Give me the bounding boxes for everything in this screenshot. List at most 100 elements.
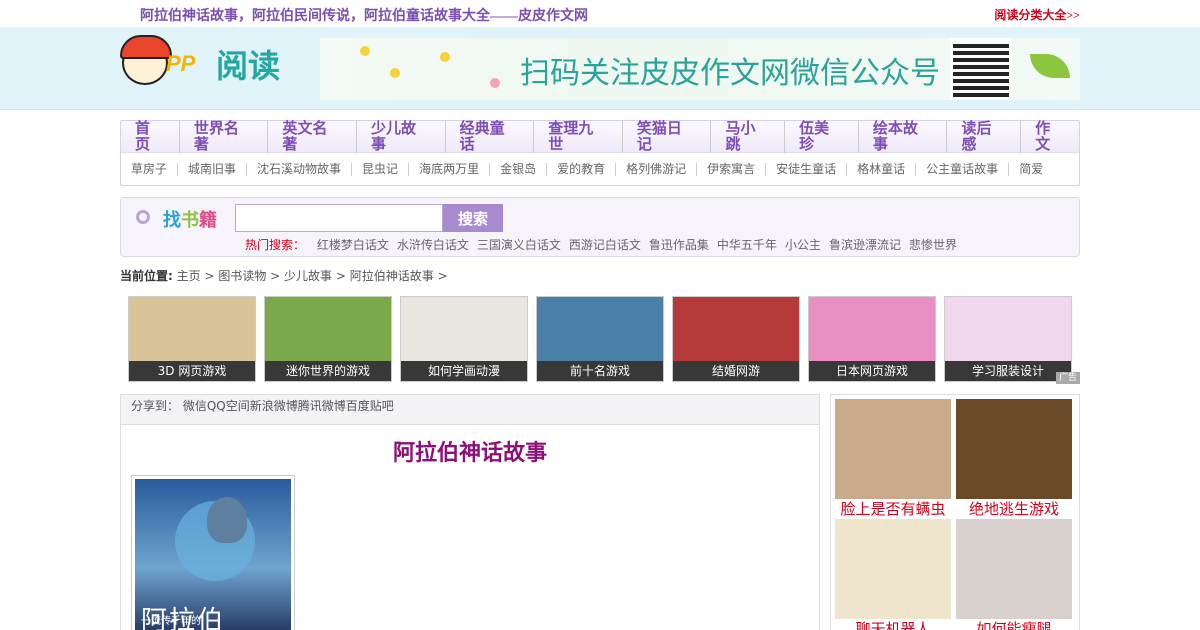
side-ad-image xyxy=(835,519,951,619)
side-ad-caption: 绝地逃生游戏 xyxy=(968,502,1059,518)
search-icon xyxy=(136,210,150,224)
nav-main-item[interactable]: 绘本故事 xyxy=(859,120,948,153)
breadcrumb-link[interactable]: 图书读物 xyxy=(218,269,266,283)
share-link[interactable]: 腾讯微博 xyxy=(298,399,346,413)
ad-tile[interactable]: 日本网页游戏 xyxy=(808,296,936,382)
nav-main-item[interactable]: 马小跳 xyxy=(711,120,786,153)
banner-text: 扫码关注皮皮作文网微信公众号 xyxy=(520,56,940,91)
hot-search-link[interactable]: 红楼梦白话文 xyxy=(317,238,389,252)
ad-caption: 学习服装设计 xyxy=(945,361,1071,381)
nav-sub-item[interactable]: 昆虫记 xyxy=(352,162,410,176)
breadcrumb-link[interactable]: 少儿故事 xyxy=(284,269,332,283)
nav-main-item[interactable]: 读后感 xyxy=(947,120,1022,153)
nav-sub-item[interactable]: 爱的教育 xyxy=(547,162,617,176)
site-logo[interactable]: PP 阅读 xyxy=(120,33,310,93)
ad-caption: 日本网页游戏 xyxy=(809,361,935,381)
breadcrumb-link[interactable]: 主页 xyxy=(177,269,201,283)
cover-title: 阿拉伯 xyxy=(141,606,226,630)
side-ad-image xyxy=(956,399,1072,499)
ad-image xyxy=(401,297,527,361)
nav-sub-item[interactable]: 草房子 xyxy=(121,162,179,176)
ad-image xyxy=(265,297,391,361)
nav-main-item[interactable]: 世界名著 xyxy=(180,120,269,153)
side-ad-item[interactable]: 聊天机器人 xyxy=(835,519,951,630)
hot-search-link[interactable]: 悲惨世界 xyxy=(909,238,957,252)
hot-search-link[interactable]: 西游记白话文 xyxy=(569,238,641,252)
nav-main-item[interactable]: 查理九世 xyxy=(534,120,623,153)
nav-sub-item[interactable]: 格林童话 xyxy=(847,162,917,176)
nav-sub-item[interactable]: 金银岛 xyxy=(490,162,548,176)
hot-searches-label: 热门搜索： xyxy=(245,238,306,252)
breadcrumb: 当前位置: 主页 > 图书读物 > 少儿故事 > 阿拉伯神话故事 > xyxy=(120,267,1080,284)
hot-search-link[interactable]: 中华五千年 xyxy=(717,238,777,252)
hot-search-link[interactable]: 三国演义白话文 xyxy=(477,238,561,252)
hot-search-link[interactable]: 鲁滨逊漂流记 xyxy=(829,238,901,252)
nav-sub-item[interactable]: 格列佛游记 xyxy=(616,162,698,176)
logo-text: 阅读 xyxy=(216,47,281,85)
nav-main-item[interactable]: 经典童话 xyxy=(446,120,535,153)
hot-search-link[interactable]: 鲁迅作品集 xyxy=(649,238,709,252)
nav-main-item[interactable]: 英文名著 xyxy=(268,120,358,153)
share-link[interactable]: QQ空间 xyxy=(207,399,250,413)
side-ad-item[interactable]: 脸上是否有螨虫 xyxy=(835,399,951,519)
category-index-link[interactable]: 阅读分类大全>> xyxy=(994,6,1080,23)
ad-flag[interactable]: 广告 xyxy=(1055,372,1080,384)
share-link[interactable]: 百度贴吧 xyxy=(346,399,394,413)
book-cover[interactable]: 一流传千年的 阿拉伯 xyxy=(131,475,295,630)
flower-icon xyxy=(360,46,370,56)
side-ad-caption: 脸上是否有螨虫 xyxy=(840,502,946,518)
nav-main-item[interactable]: 少儿故事 xyxy=(357,120,446,153)
side-ad-caption: 聊天机器人 xyxy=(855,622,931,630)
side-ad-item[interactable]: 绝地逃生游戏 xyxy=(956,399,1072,519)
ad-strip: 学习服装设计 日本网页游戏 结婚网游 前十名游戏 如何学画动漫 迷你世界的游戏 3D 网页游… xyxy=(120,296,1080,384)
side-ad-item[interactable]: 如何能瘦腿 xyxy=(956,519,1072,630)
breadcrumb-link[interactable]: 阿拉伯神话故事 xyxy=(350,269,434,283)
ad-image xyxy=(537,297,663,361)
leaf-icon xyxy=(1030,54,1070,78)
ad-caption: 3D 网页游戏 xyxy=(129,361,255,381)
ad-tile[interactable]: 迷你世界的游戏 xyxy=(264,296,392,382)
hot-search-link[interactable]: 水浒传白话文 xyxy=(397,238,469,252)
side-ad-image xyxy=(835,399,951,499)
breadcrumb-label: 当前位置: xyxy=(120,269,173,283)
nav-main-item[interactable]: 笑猫日记 xyxy=(623,120,712,153)
breadcrumb-separator: > xyxy=(433,269,448,283)
share-label: 分享到： xyxy=(131,399,180,413)
nav-main-item[interactable]: 伍美珍 xyxy=(785,120,859,153)
ad-caption: 前十名游戏 xyxy=(537,361,663,381)
nav-main-item[interactable]: 作文 xyxy=(1021,121,1079,153)
ad-tile[interactable]: 如何学画动漫 xyxy=(400,296,528,382)
find-books-logo: 找书籍 xyxy=(163,210,217,231)
nav-sub-item[interactable]: 公主童话故事 xyxy=(916,162,1010,176)
nav-sub-item[interactable]: 安徒生童话 xyxy=(766,162,848,176)
share-link[interactable]: 微信 xyxy=(183,399,207,413)
nav-sub-item[interactable]: 海底两万里 xyxy=(409,162,491,176)
flower-icon xyxy=(440,52,450,62)
hot-searches: 热门搜索： 红楼梦白话文 水浒传白话文 三国演义白话文 西游记白话文 鲁迅作品集 中华五千… xyxy=(245,236,965,253)
main-navigation: 首页 世界名著 英文名著 少儿故事 经典童话 查理九世 笑猫日记 马小跳 伍美珍 绘本故事 读后感作… xyxy=(120,120,1080,186)
nav-sub-row: 草房子 城南旧事 沈石溪动物故事 昆虫记 海底两万里 金银岛 爱的教育 格列佛游记 伊索寓言 安徒… xyxy=(121,153,1079,185)
top-bar: 阿拉伯神话故事，阿拉伯民间传说，阿拉伯童话故事大全——皮皮作文网 阅读分类大全>… xyxy=(0,0,1200,28)
search-button[interactable]: 搜索 xyxy=(443,204,503,232)
ad-image xyxy=(809,297,935,361)
breadcrumb-separator: > xyxy=(200,269,219,283)
genie-figure xyxy=(207,497,247,543)
nav-main-item[interactable]: 首页 xyxy=(121,120,180,153)
hot-search-link[interactable]: 小公主 xyxy=(785,238,821,252)
site-title-link[interactable]: 阿拉伯神话故事，阿拉伯民间传说，阿拉伯童话故事大全——皮皮作文网 xyxy=(140,5,588,25)
ad-tile[interactable]: 3D 网页游戏 xyxy=(128,296,256,382)
search-panel: 找书籍 搜索 热门搜索： 红楼梦白话文 水浒传白话文 三国演义白话文 西游记白话文 鲁迅… xyxy=(120,197,1080,257)
nav-sub-item[interactable]: 沈石溪动物故事 xyxy=(247,162,353,176)
nav-main-row: 首页 世界名著 英文名著 少儿故事 经典童话 查理九世 笑猫日记 马小跳 伍美珍 绘本故事 读后感作… xyxy=(121,120,1079,153)
article-panel: 分享到： 微信QQ空间新浪微博腾讯微博百度贴吧 阿拉伯神话故事 一流传千年的 阿… xyxy=(120,394,820,630)
ad-tile[interactable]: 前十名游戏 xyxy=(536,296,664,382)
nav-sub-item[interactable]: 伊索寓言 xyxy=(697,162,767,176)
ad-tile[interactable]: 学习服装设计 xyxy=(944,296,1072,382)
nav-sub-item[interactable]: 城南旧事 xyxy=(178,162,248,176)
search-input[interactable] xyxy=(235,204,443,232)
ad-image xyxy=(673,297,799,361)
nav-sub-item[interactable]: 简爱 xyxy=(1009,162,1053,176)
share-link[interactable]: 新浪微博 xyxy=(250,399,298,413)
wechat-banner[interactable]: 扫码关注皮皮作文网微信公众号 xyxy=(320,38,1080,100)
ad-tile[interactable]: 结婚网游 xyxy=(672,296,800,382)
